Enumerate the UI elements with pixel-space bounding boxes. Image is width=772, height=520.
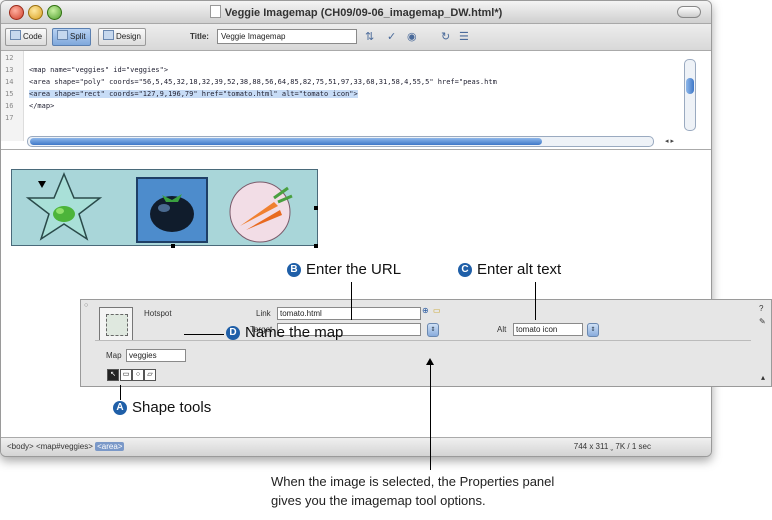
code-view-icon [10, 30, 21, 40]
link-input[interactable]: tomato.html [277, 307, 421, 320]
status-bar: <body> <map#veggies> <area> 744 x 311 ˬ … [1, 437, 711, 456]
code-horizontal-scrollbar[interactable] [27, 136, 654, 147]
scroll-arrows-icon[interactable]: ◂ ▸ [665, 137, 674, 145]
leader-line-caption [430, 362, 431, 470]
panel-divider [95, 340, 751, 341]
code-view-label: Code [23, 32, 43, 41]
alt-label: Alt [497, 325, 507, 334]
tag-selector: <body> <map#veggies> <area> [7, 442, 125, 451]
scroll-thumb[interactable] [686, 78, 694, 94]
split-view-button[interactable]: Split [52, 28, 91, 46]
resize-handle[interactable] [314, 244, 318, 248]
figure-caption: When the image is selected, the Properti… [271, 472, 554, 510]
line-number: 17 [5, 114, 14, 122]
circle-hotspot-tool[interactable]: ○ [132, 369, 144, 381]
split-view-icon [57, 30, 68, 40]
title-input[interactable]: Veggie Imagemap [217, 29, 357, 44]
toolbar-toggle-button[interactable] [677, 6, 701, 18]
callout-name-map: Name the map [245, 324, 344, 341]
code-view-button[interactable]: Code [5, 28, 48, 46]
quick-tag-editor-icon[interactable]: ✎ [759, 317, 766, 326]
tag-map[interactable]: <map#veggies> [36, 442, 93, 451]
window-size-readout[interactable]: 744 x 311 ˬ 7K / 1 sec [574, 442, 651, 451]
pea [56, 208, 64, 214]
hotspot-icon-frame [106, 314, 128, 336]
line-number: 16 [5, 102, 14, 110]
refresh-icon[interactable]: ↻ [441, 30, 450, 43]
callout-a-badge: A [113, 401, 127, 415]
leader-arrow-top [38, 181, 46, 188]
document-toolbar: Code Split Design Title: Veggie Imagemap… [1, 24, 711, 51]
leader-line-alt [535, 282, 536, 320]
tomato-highlight [158, 204, 170, 212]
leader-line-url [351, 282, 352, 320]
design-view-pane[interactable] [1, 150, 711, 437]
line-number: 13 [5, 66, 14, 74]
map-name-input[interactable]: veggies [126, 349, 186, 362]
window-title-text: Veggie Imagemap (CH09/09-06_imagemap_DW.… [224, 7, 503, 19]
caption-line-2: gives you the imagemap tool options. [271, 493, 486, 508]
caption-line-1: When the image is selected, the Properti… [271, 474, 555, 489]
leader-line-map [184, 334, 224, 335]
code-vertical-scrollbar[interactable] [684, 59, 696, 131]
alt-dropdown-button[interactable]: ⇕ [587, 323, 599, 337]
document-icon [209, 5, 221, 18]
code-view-pane[interactable]: 12 13 14 15 16 17 <map name="veggies" id… [1, 51, 711, 150]
element-type-label: Hotspot [144, 309, 172, 318]
leader-line-shapes [120, 385, 121, 400]
line-number: 12 [5, 54, 14, 62]
design-view-button[interactable]: Design [98, 28, 146, 46]
preview-browser-icon[interactable]: ◉ [407, 30, 417, 43]
panel-expand-icon[interactable]: ▴ [761, 373, 765, 382]
hotspot-icon [99, 307, 133, 341]
rectangle-hotspot-tool[interactable]: ▭ [120, 369, 132, 381]
help-icon[interactable]: ? [759, 304, 763, 313]
design-view-icon [103, 30, 114, 40]
browse-folder-icon[interactable]: ▭ [433, 306, 441, 315]
leader-arrow-caption [426, 358, 434, 365]
panel-collapse-icon[interactable]: ○ [84, 302, 88, 309]
callout-b-badge: B [287, 263, 301, 277]
peas-pod [53, 206, 75, 222]
resize-handle[interactable] [171, 244, 175, 248]
alt-input[interactable]: tomato icon [513, 323, 583, 336]
code-line[interactable]: </map> [29, 102, 54, 110]
scroll-thumb[interactable] [30, 138, 542, 145]
pointer-hotspot-tool[interactable]: ↖ [107, 369, 119, 381]
callout-d-badge: D [226, 326, 240, 340]
link-label: Link [256, 309, 271, 318]
title-bar: Veggie Imagemap (CH09/09-06_imagemap_DW.… [1, 1, 711, 24]
map-label: Map [106, 351, 122, 360]
point-to-file-icon[interactable]: ⊕ [422, 306, 429, 315]
tag-body[interactable]: <body> [7, 442, 34, 451]
tag-area[interactable]: <area> [95, 442, 125, 451]
polygon-hotspot-tool[interactable]: ▱ [144, 369, 156, 381]
code-line[interactable]: <map name="veggies" id="veggies"> [29, 66, 168, 74]
callout-c-badge: C [458, 263, 472, 277]
veggie-imagemap-image[interactable] [11, 169, 318, 246]
window-title: Veggie Imagemap (CH09/09-06_imagemap_DW.… [1, 5, 711, 19]
code-line-selected[interactable]: <area shape="rect" coords="127,9,196,79"… [29, 90, 358, 98]
validate-icon[interactable]: ✓ [387, 30, 396, 43]
line-number: 15 [5, 90, 14, 98]
properties-panel: ○ Hotspot Link tomato.html ⊕ ▭ Target ⇕ … [80, 299, 772, 387]
callout-enter-alt: Enter alt text [477, 261, 562, 278]
design-view-label: Design [116, 32, 141, 41]
title-label: Title: [190, 32, 209, 41]
callout-enter-url: Enter the URL [306, 261, 402, 278]
document-window: Veggie Imagemap (CH09/09-06_imagemap_DW.… [0, 0, 712, 457]
resize-handle[interactable] [314, 206, 318, 210]
split-view-label: Split [70, 32, 86, 41]
target-dropdown-button[interactable]: ⇕ [427, 323, 439, 337]
veggie-icons-graphic [25, 172, 293, 243]
callout-shape-tools: Shape tools [132, 399, 212, 416]
line-number: 14 [5, 78, 14, 86]
file-management-icon[interactable]: ⇅ [365, 30, 374, 43]
code-line[interactable]: <area shape="poly" coords="56,5,45,32,18… [29, 78, 497, 86]
view-options-icon[interactable]: ☰ [459, 30, 469, 43]
